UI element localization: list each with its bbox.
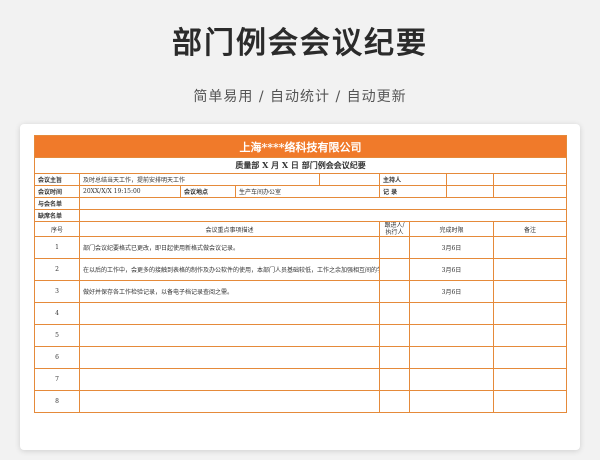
table-row: 1 部门会议纪要格式已更改，即日起使用新格式做会议记录。 3月6日 (34, 236, 568, 259)
row-content[interactable] (79, 324, 380, 347)
col-header-follower: 跟进人/执行人 (379, 221, 410, 237)
spreadsheet-preview: 上海****络科技有限公司 质量部 X 月 X 日 部门例会会议纪要 会议主旨 … (20, 124, 580, 450)
host-person-label: 主持人 (379, 173, 447, 186)
table-row: 5 (34, 324, 568, 347)
row-no: 6 (34, 346, 80, 369)
empty-cell[interactable] (319, 173, 380, 186)
empty-cell[interactable] (492, 173, 568, 186)
row-content[interactable]: 部门会议纪要格式已更改，即日起使用新格式做会议记录。 (79, 236, 380, 259)
row-deadline[interactable] (409, 302, 494, 325)
col-header-no: 序号 (34, 221, 80, 237)
row-follower[interactable] (379, 390, 410, 413)
host-person-value[interactable] (446, 173, 494, 186)
meeting-place-label: 会议地点 (180, 185, 236, 198)
row-content[interactable]: 在以后的工作中，会更多的接触到表格的制作及办公软件的使用，本部门人员基础较低，工… (79, 258, 380, 281)
absent-label: 缺席名单 (34, 209, 80, 222)
row-content[interactable] (79, 346, 380, 369)
col-header-remark: 备注 (492, 221, 568, 237)
table-row: 2 在以后的工作中，会更多的接触到表格的制作及办公软件的使用，本部门人员基础较低… (34, 258, 568, 281)
row-no: 4 (34, 302, 80, 325)
row-remark[interactable] (492, 346, 568, 369)
row-remark[interactable] (492, 280, 568, 303)
col-header-content: 会议重点事项描述 (79, 221, 380, 237)
col-header-deadline: 完成时限 (409, 221, 494, 237)
absent-value[interactable] (78, 209, 568, 222)
page-title: 部门例会会议纪要 (172, 26, 428, 61)
record-label: 记 录 (379, 185, 447, 198)
empty-cell[interactable] (492, 185, 568, 198)
row-follower[interactable] (379, 346, 410, 369)
meeting-time-value[interactable]: 20XX/X/X 19:15:00 (79, 185, 181, 198)
row-follower[interactable] (379, 258, 410, 281)
row-content[interactable] (79, 390, 380, 413)
row-content[interactable]: 做好并保存各工作检验记录，以备电子档记录查阅之需。 (79, 280, 380, 303)
record-value[interactable] (446, 185, 494, 198)
page-subtitle: 简单易用 / 自动统计 / 自动更新 (193, 89, 407, 105)
row-no: 7 (34, 368, 80, 391)
table-row: 8 (34, 390, 568, 413)
row-remark[interactable] (492, 302, 568, 325)
table-row: 6 (34, 346, 568, 369)
row-remark[interactable] (492, 390, 568, 413)
meeting-host-value[interactable]: 及时总结当天工作，提前安排明天工作 (79, 173, 320, 186)
table-row: 7 (34, 368, 568, 391)
row-follower[interactable] (379, 302, 410, 325)
attendees-label: 与会名单 (34, 197, 80, 210)
table-row: 4 (34, 302, 568, 325)
row-content[interactable] (79, 368, 380, 391)
row-no: 3 (34, 280, 80, 303)
meeting-time-label: 会议时间 (34, 185, 80, 198)
row-content[interactable] (79, 302, 380, 325)
row-no: 8 (34, 390, 80, 413)
row-remark[interactable] (492, 368, 568, 391)
row-no: 5 (34, 324, 80, 347)
row-no: 1 (34, 236, 80, 259)
meeting-host-label: 会议主旨 (34, 173, 80, 186)
company-name: 上海****络科技有限公司 (33, 135, 568, 158)
meeting-place-value[interactable]: 生产车间办公室 (235, 185, 380, 198)
table-row: 3 做好并保存各工作检验记录，以备电子档记录查阅之需。 3月6日 (34, 280, 568, 303)
row-deadline[interactable]: 3月6日 (409, 280, 494, 303)
attendees-value[interactable] (78, 197, 568, 210)
minutes-subtitle: 质量部 X 月 X 日 部门例会会议纪要 (33, 157, 568, 174)
row-remark[interactable] (492, 236, 568, 259)
row-follower[interactable] (379, 280, 410, 303)
row-deadline[interactable] (409, 390, 494, 413)
row-deadline[interactable]: 3月6日 (409, 258, 494, 281)
row-remark[interactable] (492, 324, 568, 347)
meeting-minutes-table: 上海****络科技有限公司 质量部 X 月 X 日 部门例会会议纪要 会议主旨 … (33, 135, 568, 413)
row-deadline[interactable]: 3月6日 (409, 236, 494, 259)
row-deadline[interactable] (409, 324, 494, 347)
row-follower[interactable] (379, 324, 410, 347)
row-follower[interactable] (379, 236, 410, 259)
row-follower[interactable] (379, 368, 410, 391)
row-deadline[interactable] (409, 346, 494, 369)
row-remark[interactable] (492, 258, 568, 281)
row-no: 2 (34, 258, 80, 281)
row-deadline[interactable] (409, 368, 494, 391)
